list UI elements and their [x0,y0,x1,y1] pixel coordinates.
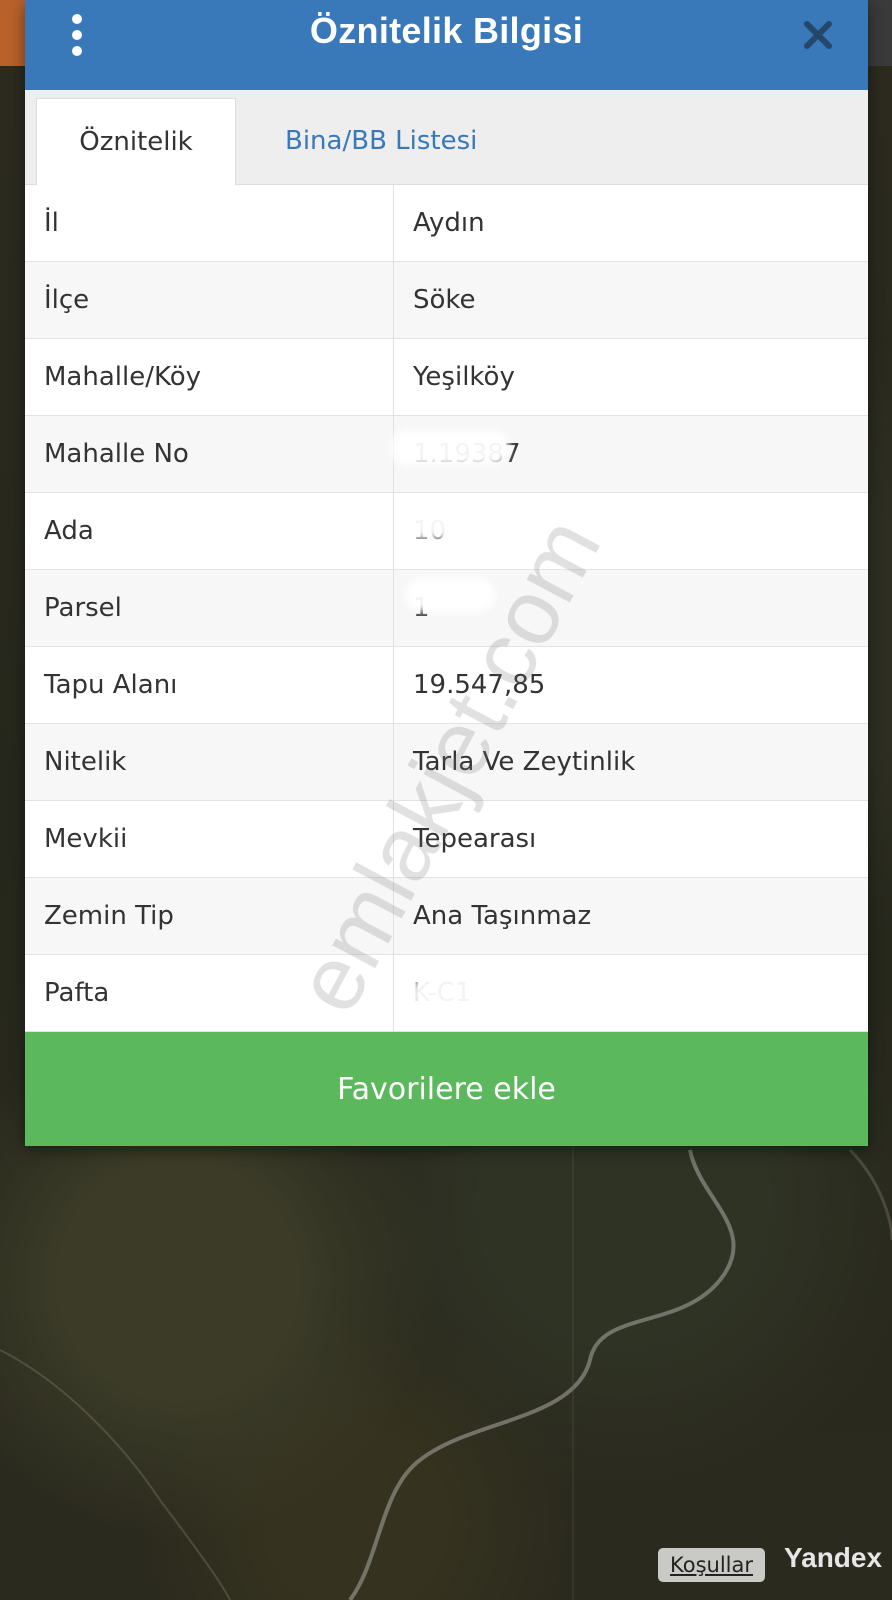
row-key: İl [44,208,59,238]
row-key: Pafta [44,978,110,1008]
row-value: Yeşilköy [413,362,515,392]
row-key: Ada [44,516,94,546]
row-key: Zemin Tip [44,901,174,931]
dialog-header: Öznitelik Bilgisi [25,0,868,90]
tab-attribute-info[interactable]: Öznitelik Bilgisi [36,98,236,243]
row-key: Mahalle No [44,439,189,469]
tab-bar: Öznitelik Bilgisi Bina/BB Listesi [25,90,868,243]
row-key: Tapu Alanı [44,670,178,700]
row-key: Nitelik [44,747,127,777]
row-key: Mahalle/Köy [44,362,202,392]
row-value: Söke [413,285,476,315]
add-to-favorites-button[interactable]: Favorilere ekle [25,1032,868,1146]
redaction-mark [410,975,610,1015]
close-icon[interactable] [801,18,835,52]
row-value: Aydın [413,208,485,238]
table-row: İl Aydın [25,185,868,262]
table-row: Mahalle/Köy Yeşilköy [25,339,868,416]
redaction-mark [390,430,510,466]
tab-building-list[interactable]: Bina/BB Listesi [265,98,497,184]
redaction-mark [400,505,520,539]
table-row: İlçe Söke [25,262,868,339]
map-top-accent [0,0,25,66]
row-key: Parsel [44,593,122,623]
row-key: Mevkii [44,824,128,854]
attribute-dialog: Öznitelik Bilgisi Öznitelik Bilgisi Bina… [25,0,868,1146]
table-row: Zemin Tip Ana Taşınmaz [25,878,868,955]
row-key: İlçe [44,285,90,315]
map-provider-logo: Yandex [784,1542,883,1573]
terms-link[interactable]: Koşullar [658,1548,765,1582]
dialog-title: Öznitelik Bilgisi [309,10,584,51]
